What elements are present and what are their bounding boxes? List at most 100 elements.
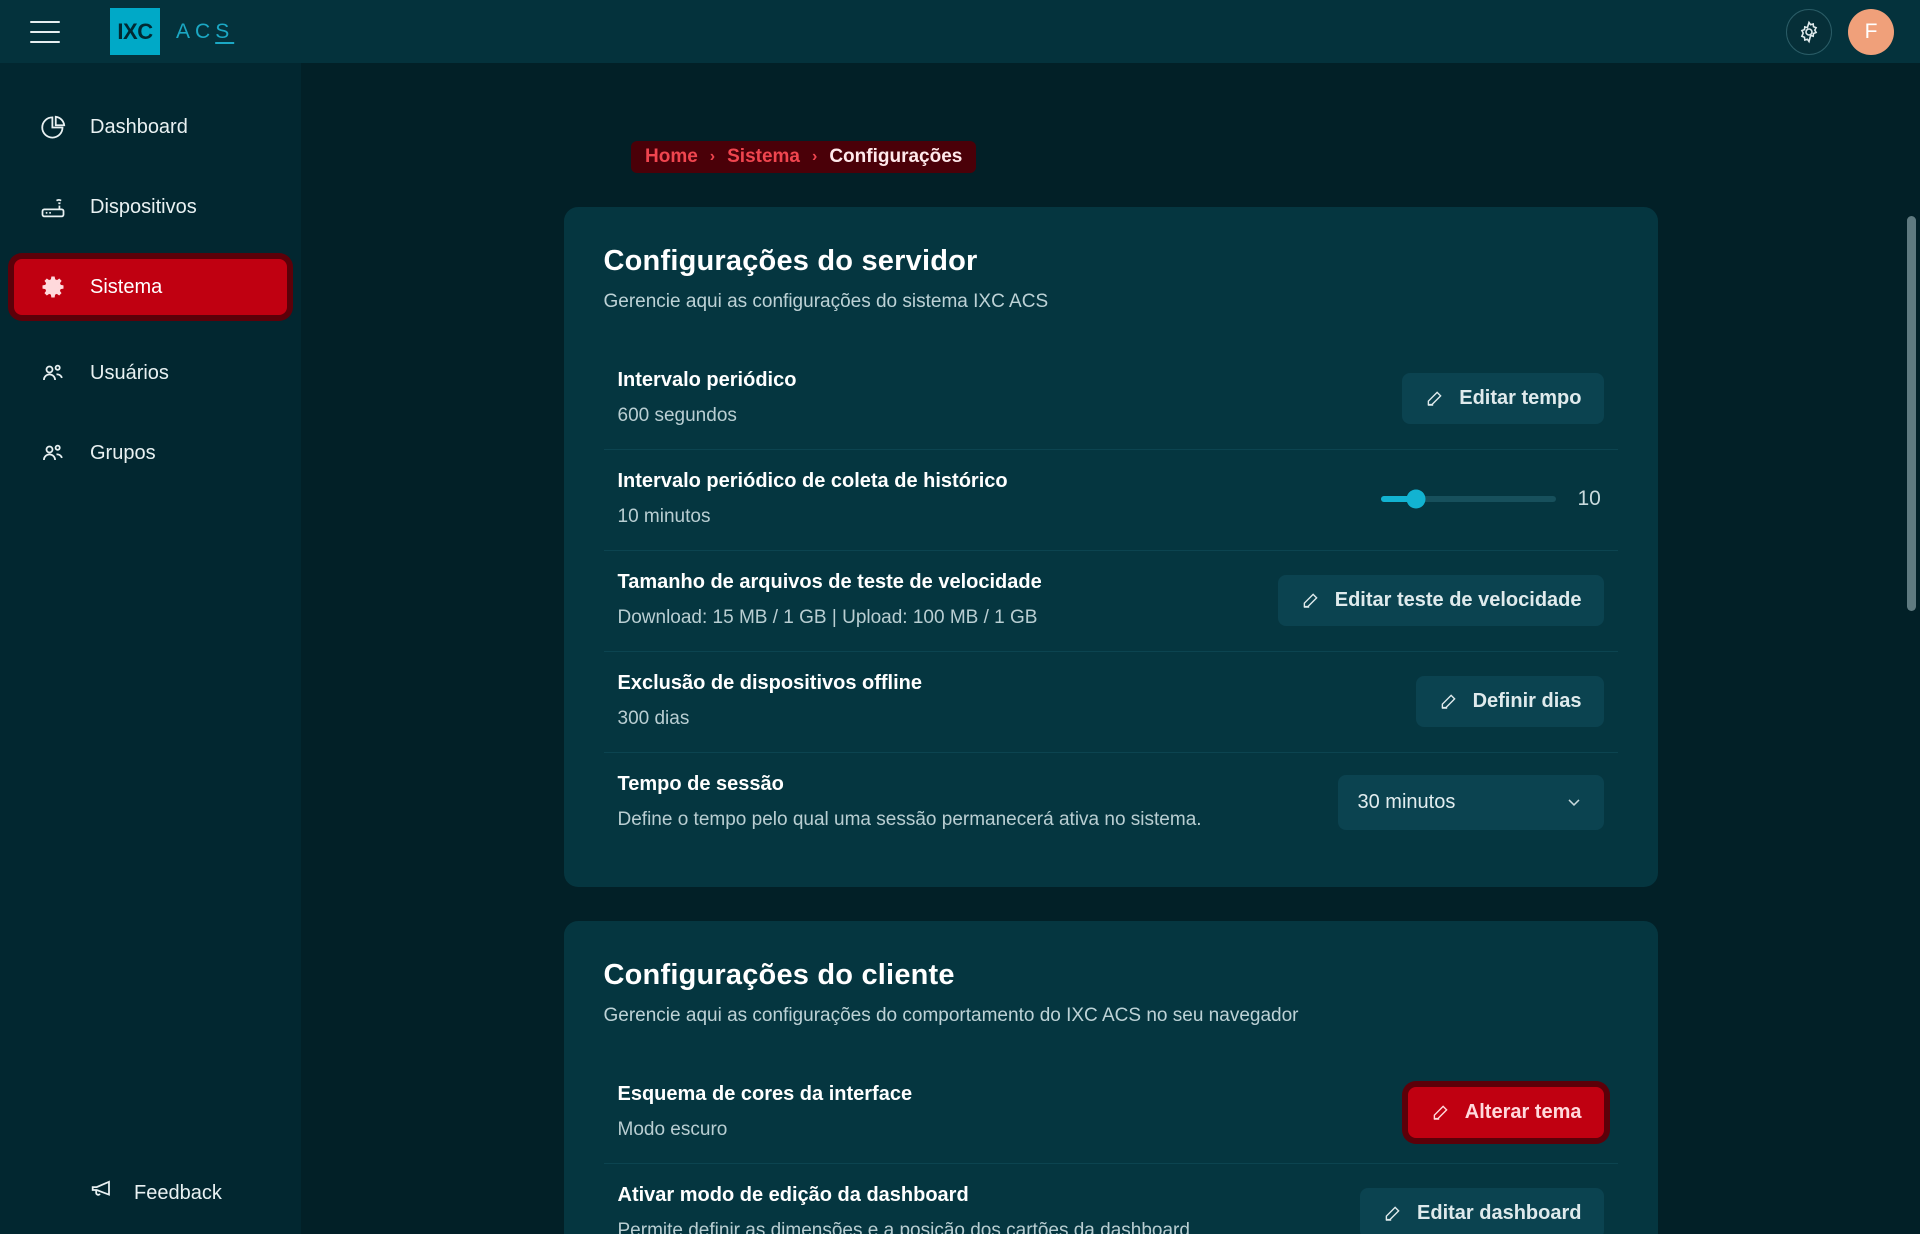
change-theme-button[interactable]: Alterar tema <box>1407 1086 1604 1138</box>
sidebar-item-usuarios[interactable]: Usuários <box>14 345 287 401</box>
row-text: Intervalo periódico de coleta de históri… <box>618 470 1008 528</box>
client-card-title: Configurações do cliente <box>603 959 955 991</box>
row-value: Modo escuro <box>617 1119 728 1140</box>
breadcrumb: Home › Sistema › Configurações <box>631 141 977 173</box>
main-content: Home › Sistema › Configurações Configura… <box>301 63 1920 1234</box>
select-value: 30 minutos <box>1357 790 1456 813</box>
brand-letter-a: A <box>176 19 196 43</box>
topbar-actions: F <box>1786 8 1894 55</box>
brand-logo[interactable]: IXC ACS <box>110 8 234 55</box>
sidebar-item-label: Sistema <box>90 275 163 298</box>
edit-pencil-icon <box>1433 1104 1448 1120</box>
scroll-area: Home › Sistema › Configurações Configura… <box>301 63 1920 1234</box>
button-label: Editar tempo <box>1459 386 1582 409</box>
avatar[interactable]: F <box>1848 8 1894 55</box>
client-settings-rows: Esquema de cores da interface Modo escur… <box>603 1063 1618 1234</box>
button-label: Editar teste de velocidade <box>1334 588 1582 611</box>
setting-row-esquema-cores: Esquema de cores da interface Modo escur… <box>603 1063 1618 1164</box>
megaphone-icon <box>88 1176 116 1210</box>
sidebar-item-label: Dispositivos <box>90 195 197 218</box>
setting-row-exclusao-offline: Exclusão de dispositivos offline 300 dia… <box>603 652 1618 753</box>
slider-thumb[interactable] <box>1406 489 1425 509</box>
sidebar-item-label: Grupos <box>90 441 156 464</box>
top-bar: IXC ACS F <box>0 0 1920 63</box>
history-interval-slider[interactable] <box>1380 489 1556 509</box>
setting-row-coleta-historico: Intervalo periódico de coleta de históri… <box>603 450 1618 551</box>
button-label: Alterar tema <box>1464 1100 1582 1123</box>
session-time-select[interactable]: 30 minutos <box>1337 774 1604 830</box>
brand-text: ACS <box>176 20 234 44</box>
settings-button[interactable] <box>1786 8 1832 55</box>
row-text: Intervalo periódico 600 segundos <box>618 369 797 427</box>
chevron-right-icon: › <box>812 148 818 165</box>
row-value: Download: 15 MB / 1 GB | Upload: 100 MB … <box>617 607 1038 628</box>
router-icon <box>38 193 68 221</box>
brand-letter-c: C <box>195 19 216 43</box>
edit-dashboard-button[interactable]: Editar dashboard <box>1360 1187 1604 1234</box>
breadcrumb-item-configuracoes: Configurações <box>829 146 963 167</box>
gear-icon <box>38 273 68 301</box>
vertical-scrollbar[interactable] <box>1907 138 1916 1234</box>
setting-row-tempo-sessao: Tempo de sessão Define o tempo pelo qual… <box>604 753 1618 853</box>
users-group-icon <box>38 439 68 467</box>
edit-pencil-icon <box>1427 390 1442 406</box>
card-subtitle: Gerencie aqui as configurações do sistem… <box>603 291 1049 312</box>
chevron-down-icon <box>1567 799 1580 806</box>
gear-icon-glyph <box>42 276 64 298</box>
set-days-button[interactable]: Definir dias <box>1415 675 1604 727</box>
row-text: Exclusão de dispositivos offline 300 dia… <box>618 672 923 730</box>
row-value: 10 minutos <box>617 506 711 527</box>
sidebar-item-grupos[interactable]: Grupos <box>14 425 287 481</box>
chevron-right-icon: › <box>709 148 716 165</box>
row-label: Ativar modo de edição da dashboard <box>617 1184 969 1206</box>
setting-row-intervalo-periodico: Intervalo periódico 600 segundos Editar … <box>603 349 1618 450</box>
row-text: Esquema de cores da interface Modo escur… <box>618 1083 913 1141</box>
sidebar-item-sistema[interactable]: Sistema <box>14 259 287 315</box>
row-text: Ativar modo de edição da dashboard Permi… <box>618 1184 1190 1234</box>
row-value: 600 segundos <box>617 405 737 426</box>
app-body: Dashboard Dispositivos Sistema Usuários … <box>0 63 1920 1234</box>
sidebar-item-dashboard[interactable]: Dashboard <box>14 99 287 155</box>
sidebar-item-dispositivos[interactable]: Dispositivos <box>14 179 287 235</box>
row-label: Intervalo periódico de coleta de históri… <box>617 470 1008 492</box>
row-value: Define o tempo pelo qual uma sessão perm… <box>617 809 1202 830</box>
row-label: Intervalo periódico <box>617 369 797 391</box>
brand-letter-s: S <box>215 19 235 43</box>
server-settings-rows: Intervalo periódico 600 segundos Editar … <box>603 349 1618 853</box>
slider-value: 10 <box>1577 487 1601 510</box>
edit-pencil-icon <box>1303 592 1318 608</box>
hamburger-menu-icon[interactable] <box>30 20 60 43</box>
button-label: Editar dashboard <box>1417 1201 1582 1224</box>
page-title: Configurações do servidor <box>603 245 978 277</box>
row-label: Tempo de sessão <box>617 773 784 795</box>
row-label: Tamanho de arquivos de teste de velocida… <box>617 571 1042 593</box>
scrollbar-thumb[interactable] <box>1907 216 1916 611</box>
hamburger-line <box>30 40 60 43</box>
button-label: Definir dias <box>1472 689 1582 712</box>
row-text: Tamanho de arquivos de teste de velocida… <box>618 571 1042 629</box>
server-settings-card: Configurações do servidor Gerencie aqui … <box>563 207 1658 887</box>
edit-speedtest-button[interactable]: Editar teste de velocidade <box>1277 574 1604 626</box>
client-settings-card: Configurações do cliente Gerencie aqui a… <box>563 921 1658 1234</box>
sidebar-item-label: Dashboard <box>90 115 188 138</box>
gear-icon <box>1800 20 1818 43</box>
brand-mark: IXC <box>110 8 160 55</box>
setting-row-modo-edicao-dashboard: Ativar modo de edição da dashboard Permi… <box>604 1164 1618 1234</box>
row-value: Permite definir as dimensões e a posição… <box>617 1220 1190 1234</box>
breadcrumb-item-home[interactable]: Home <box>645 146 698 168</box>
edit-time-button[interactable]: Editar tempo <box>1402 372 1604 424</box>
pie-chart-icon <box>38 114 68 141</box>
row-label: Esquema de cores da interface <box>617 1083 913 1105</box>
app-root: IXC ACS F Dashboard Dispositivos Sistema… <box>0 0 1920 1234</box>
hamburger-line <box>30 30 60 33</box>
edit-pencil-icon <box>1441 693 1456 709</box>
history-interval-slider-wrap: 10 <box>1380 487 1604 511</box>
row-label: Exclusão de dispositivos offline <box>617 672 923 694</box>
sidebar: Dashboard Dispositivos Sistema Usuários … <box>0 63 301 1234</box>
edit-pencil-icon <box>1385 1205 1400 1221</box>
sidebar-footer-label: Feedback <box>134 1181 222 1204</box>
breadcrumb-item-sistema[interactable]: Sistema <box>727 146 800 168</box>
setting-row-teste-velocidade: Tamanho de arquivos de teste de velocida… <box>603 551 1618 652</box>
client-card-subtitle: Gerencie aqui as configurações do compor… <box>603 1005 1299 1026</box>
sidebar-item-feedback[interactable]: Feedback <box>0 1176 301 1234</box>
